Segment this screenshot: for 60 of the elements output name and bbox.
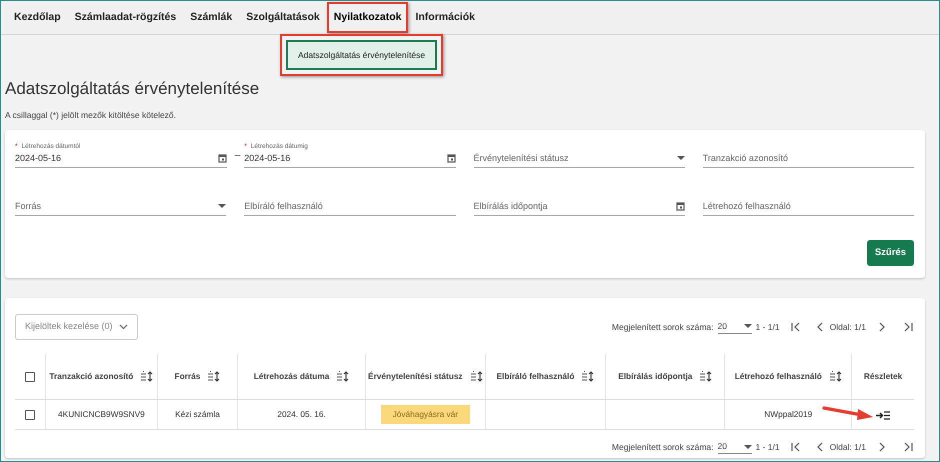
nav-link[interactable]: Számlák xyxy=(183,2,240,34)
calendar-icon[interactable] xyxy=(676,201,685,212)
select-all-checkbox[interactable] xyxy=(25,372,36,382)
rows-per-page-label: Megjelenített sorok száma: xyxy=(612,440,714,454)
nav-link[interactable]: Nyilatkozatok xyxy=(326,2,408,34)
last-page-icon[interactable] xyxy=(902,442,914,452)
caret-icon xyxy=(744,444,752,449)
column-header: Elbíráló felhasználó xyxy=(496,370,574,383)
column-header: Létrehozó felhasználó xyxy=(734,370,822,383)
nav-link[interactable]: Számlaadat-rögzítés xyxy=(68,2,184,34)
sort-icon[interactable] xyxy=(208,370,220,382)
page-indicator: Oldal: 1/1 xyxy=(830,440,866,454)
dropdown-item[interactable]: Adatszolgáltatás érvénytelenítése xyxy=(286,40,437,70)
sort-icon[interactable] xyxy=(830,370,842,382)
page-size-select[interactable]: 20 xyxy=(718,440,752,454)
column-header: Forrás xyxy=(174,370,200,383)
table-cell: 2024. 05. 16. xyxy=(277,409,326,420)
column-header: Tranzakció azonosító xyxy=(49,370,134,383)
input-field[interactable]: Érvénytelenítési státusz xyxy=(474,140,685,168)
nav-link[interactable]: Kezdőlap xyxy=(7,2,68,34)
sort-icon[interactable] xyxy=(337,370,350,382)
filter-button[interactable]: Szűrés xyxy=(866,240,914,266)
nav-link[interactable]: Szolgáltatások xyxy=(239,2,327,34)
sort-icon[interactable] xyxy=(700,370,712,382)
page-title: Adatszolgáltatás érvénytelenítése xyxy=(5,79,260,100)
table-cell: Kézi számla xyxy=(175,409,220,420)
required-note: A csillaggal (*) jelölt mezők kitöltése kötelező. xyxy=(5,109,178,122)
calendar-icon[interactable] xyxy=(218,153,227,164)
details-icon[interactable] xyxy=(876,410,890,420)
sort-icon[interactable] xyxy=(470,370,483,382)
nav-link[interactable]: Információk xyxy=(408,2,482,34)
first-page-icon[interactable] xyxy=(790,442,802,452)
first-page-icon[interactable] xyxy=(790,322,802,332)
caret-icon xyxy=(744,324,752,328)
input-field[interactable]: Forrás xyxy=(15,188,226,216)
caret-icon[interactable] xyxy=(676,156,685,160)
chevron-down-icon xyxy=(118,324,128,330)
column-header: Létrehozás dátuma xyxy=(254,370,330,383)
caret-icon[interactable] xyxy=(218,204,226,208)
status-badge: Jóváhagyásra vár xyxy=(380,405,470,424)
range-text: 1 - 1/1 xyxy=(756,320,780,334)
input-field[interactable]: Tranzakció azonosító xyxy=(702,140,914,168)
table-cell: 4KUNICNCB9W9SNV9 xyxy=(58,409,145,420)
page-size-select[interactable]: 20 xyxy=(718,320,752,334)
calendar-icon[interactable] xyxy=(446,153,456,164)
input-field[interactable]: Elbíráló felhasználó xyxy=(244,188,456,216)
column-header: Érvénytelenítési státusz xyxy=(368,370,463,383)
range-text: 1 - 1/1 xyxy=(756,440,780,454)
last-page-icon[interactable] xyxy=(902,322,914,332)
input-field[interactable]: Létrehozó felhasználó xyxy=(702,188,914,216)
table-cell: NWppal2019 xyxy=(764,409,812,420)
rows-per-page-label: Megjelenített sorok száma: xyxy=(612,320,714,334)
page-indicator: Oldal: 1/1 xyxy=(830,320,866,334)
range-separator: – xyxy=(234,149,240,164)
input-field[interactable]: Elbírálás időpontja xyxy=(474,188,685,216)
sort-icon[interactable] xyxy=(141,370,154,382)
column-header: Elbírálás időpontja xyxy=(618,370,692,383)
sort-icon[interactable] xyxy=(582,370,594,382)
column-header: Részletek xyxy=(864,370,902,383)
row-checkbox[interactable] xyxy=(25,410,36,420)
